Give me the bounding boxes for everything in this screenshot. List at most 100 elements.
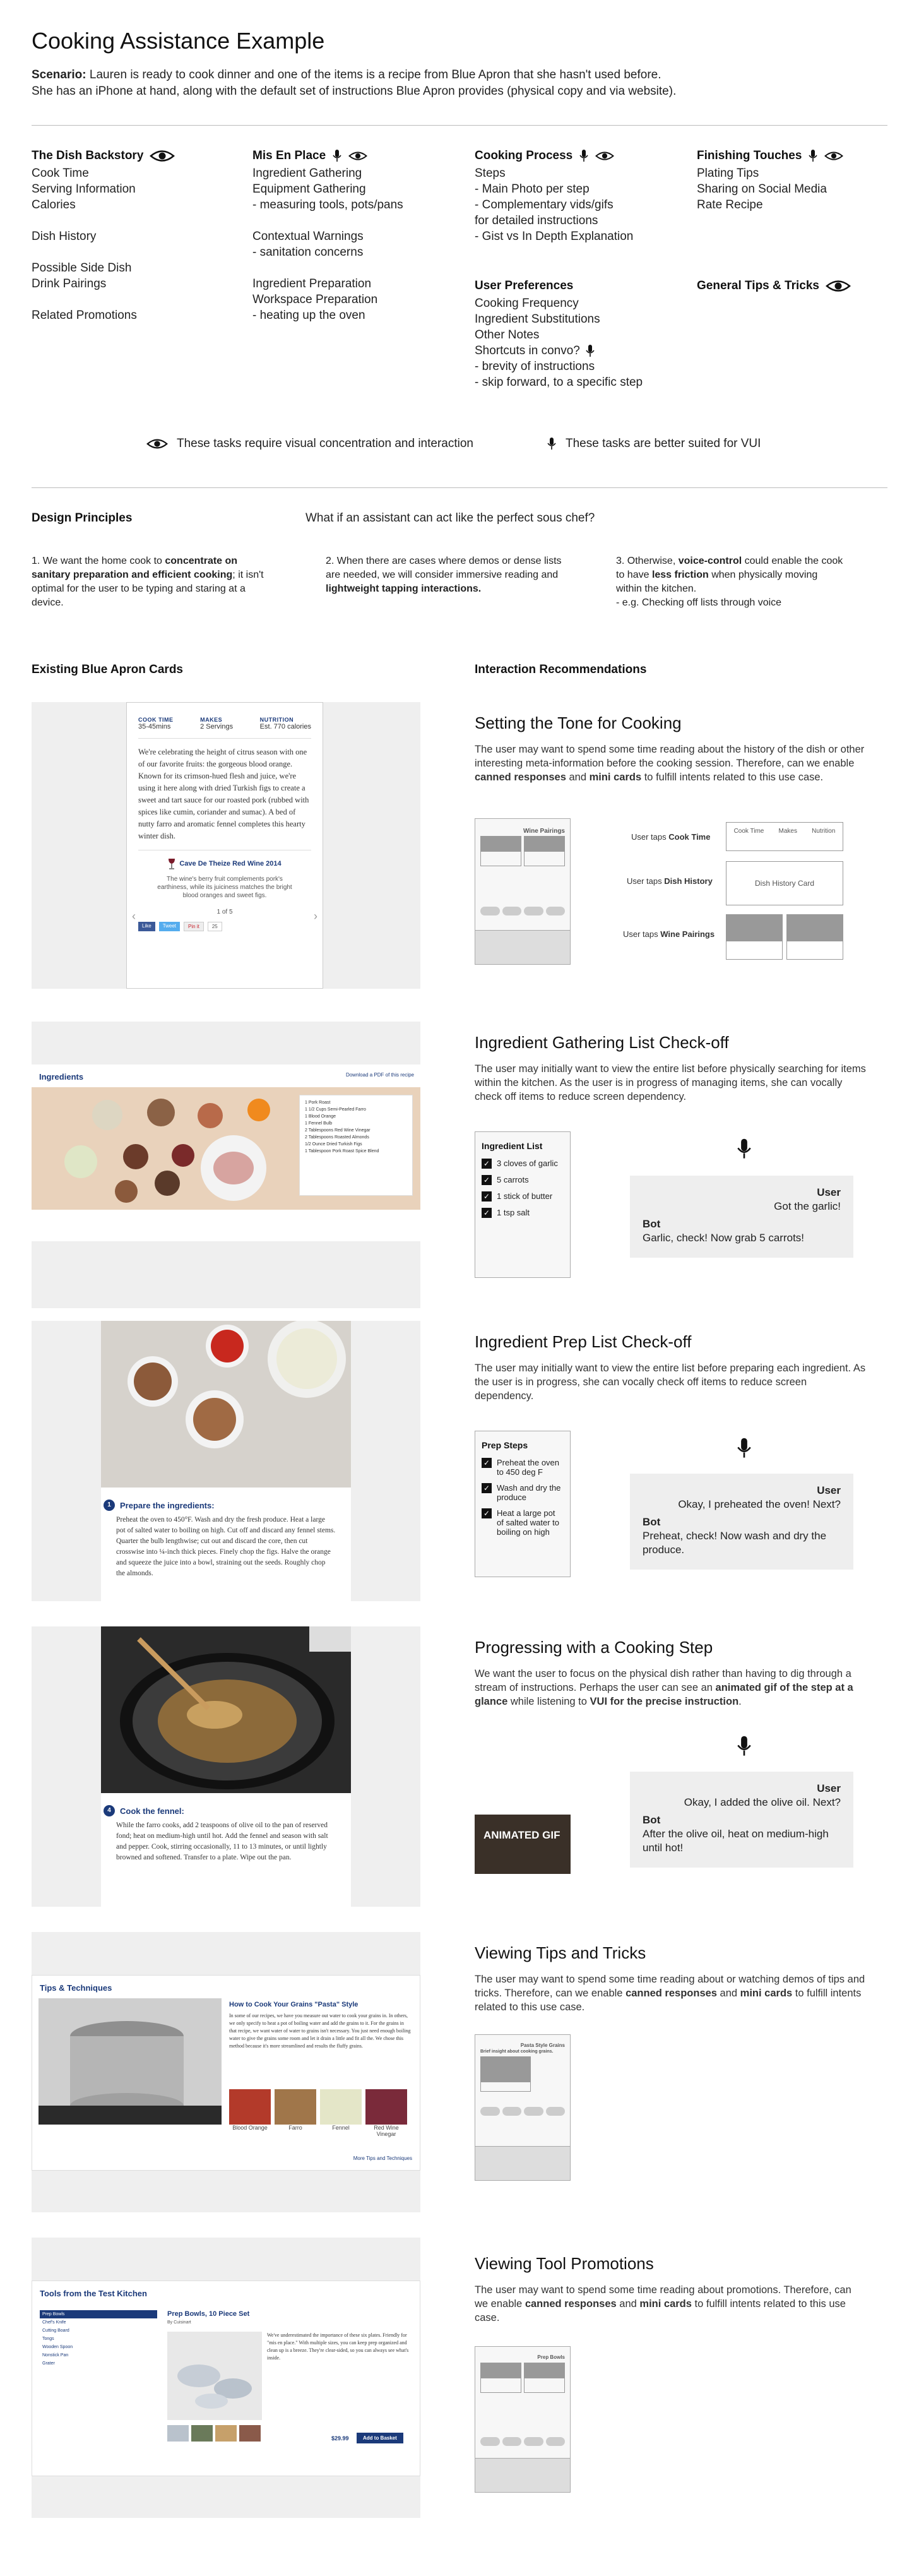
thumb[interactable]: Red Wine Vinegar [365, 2089, 407, 2137]
thumb[interactable]: Fennel [320, 2089, 362, 2137]
mic-icon [809, 150, 818, 162]
ingredients-title: Ingredients [39, 1072, 84, 1082]
quick-reply-chip[interactable] [502, 2107, 521, 2116]
checkbox-checked[interactable]: ✓ [482, 1208, 492, 1218]
ingredient-item: 1/2 Ounce Dried Turkish Figs [305, 1142, 362, 1147]
quick-reply-chip[interactable] [545, 907, 565, 915]
quick-reply-chip[interactable] [480, 907, 500, 915]
principle-3: 3. Otherwise, voice-control could enable… [616, 554, 843, 610]
tile-image [525, 837, 564, 852]
mini-card-wine-2[interactable] [786, 914, 843, 960]
more-tips-link[interactable]: More Tips and Techniques [353, 2156, 412, 2161]
quick-reply-chip[interactable] [502, 2437, 521, 2446]
quick-reply-chip[interactable] [480, 2437, 500, 2446]
list-item: Other Notes [475, 328, 540, 342]
checklist-item[interactable]: ✓ 3 cloves of garlic [482, 1159, 564, 1169]
quick-reply-chip[interactable] [480, 2107, 500, 2116]
phone-mockup: Ingredient List ✓ 3 cloves of garlic ✓ 5 c… [475, 1131, 571, 1278]
facebook-like-button[interactable]: Like [138, 922, 155, 931]
list-item: - heating up the oven [252, 309, 365, 322]
principle-text: - e.g. Checking off lists through voice [616, 597, 782, 608]
user-preferences-title: User Preferences [475, 279, 574, 292]
sidebar-item[interactable]: Nonstick Pan [40, 2351, 157, 2359]
pin-button[interactable]: Pin it [184, 922, 204, 931]
tile[interactable] [480, 2363, 521, 2393]
checklist-item[interactable]: ✓ 1 stick of butter [482, 1191, 564, 1202]
thumb[interactable]: Blood Orange [229, 2089, 271, 2137]
list-item: - Complementary vids/gifs [475, 198, 614, 212]
rec-description: The user may want to spend some time rea… [475, 742, 866, 784]
mini-card-cook-time[interactable]: Cook Time Makes Nutrition [726, 822, 843, 851]
mini-tab[interactable]: Cook Time [734, 828, 764, 850]
principle-text: 3. Otherwise, [616, 556, 679, 566]
tile[interactable] [524, 836, 565, 866]
tweet-button[interactable]: Tweet [158, 922, 181, 931]
checklist-item[interactable]: ✓ 1 tsp salt [482, 1208, 564, 1218]
user-label: User [817, 1186, 841, 1198]
sidebar-item[interactable]: Cutting Board [40, 2327, 157, 2335]
tools-sidebar: Prep Bowls Chef's Knife Cutting Board To… [40, 2310, 157, 2368]
mini-tab[interactable]: Makes [779, 828, 797, 850]
mini-card[interactable] [480, 2056, 531, 2092]
pdf-link[interactable]: Download a PDF of this recipe [346, 1072, 414, 1078]
principle-text: 2. When there are cases where demos or d… [326, 556, 562, 580]
tile-image [481, 837, 521, 852]
sidebar-item[interactable]: Chef's Knife [40, 2318, 157, 2327]
tools-title: Tools from the Test Kitchen [40, 2289, 147, 2298]
list-item-text: Shortcuts in convo? [475, 344, 580, 357]
list-item: Plating Tips [697, 167, 759, 180]
mini-card-wine-1[interactable] [726, 914, 783, 960]
rec-bold: canned responses [525, 2298, 617, 2310]
checkbox-checked[interactable]: ✓ [482, 1508, 492, 1518]
sidebar-item[interactable]: Tongs [40, 2335, 157, 2343]
sidebar-item[interactable]: Wooden Spoon [40, 2343, 157, 2351]
quick-reply-chip[interactable] [545, 2107, 565, 2116]
thumb[interactable]: Farro [275, 2089, 316, 2137]
mini-card-dish-history[interactable]: Dish History Card [726, 861, 843, 905]
product-thumb[interactable] [239, 2425, 261, 2442]
mic-icon [333, 150, 341, 162]
product-thumb[interactable] [191, 2425, 213, 2442]
thumb-label: Blood Orange [232, 2125, 268, 2131]
checkbox-checked[interactable]: ✓ [482, 1191, 492, 1202]
recipe-meta: COOK TIME 35-45mins MAKES 2 Servings NUTRI… [127, 703, 323, 730]
mini-tab[interactable]: Nutrition [812, 828, 835, 850]
checklist-label: 3 cloves of garlic [497, 1159, 558, 1168]
list-item: - measuring tools, pots/pans [252, 198, 403, 212]
thumb-image [229, 2089, 271, 2125]
rec-description: We want the user to focus on the physica… [475, 1667, 866, 1708]
checkbox-checked[interactable]: ✓ [482, 1159, 492, 1169]
product-thumb[interactable] [167, 2425, 189, 2442]
quick-reply-chip[interactable] [502, 907, 521, 915]
checkbox-checked[interactable]: ✓ [482, 1458, 492, 1468]
tap-label-cook-time: User taps Cook Time [631, 832, 710, 842]
checklist-item[interactable]: ✓ Heat a large pot of salted water to boi… [482, 1508, 564, 1537]
quick-reply-chip[interactable] [524, 2437, 543, 2446]
quick-reply-chip[interactable] [524, 907, 543, 915]
checklist-item[interactable]: ✓ 5 carrots [482, 1175, 564, 1185]
tile-image [525, 2363, 564, 2378]
checklist-label: Wash and dry the produce [497, 1483, 561, 1502]
chevron-right-icon[interactable]: › [314, 910, 317, 923]
list-item: for detailed instructions [475, 214, 598, 227]
quick-reply-chip[interactable] [545, 2437, 565, 2446]
quick-reply-chip[interactable] [524, 2107, 543, 2116]
add-to-basket-button[interactable]: Add to Basket [357, 2433, 403, 2443]
checklist-item[interactable]: ✓ Wash and dry the produce [482, 1483, 564, 1502]
product-thumb[interactable] [215, 2425, 237, 2442]
sidebar-item[interactable]: Grater [40, 2359, 157, 2368]
checkbox-checked[interactable]: ✓ [482, 1175, 492, 1185]
tile[interactable] [480, 836, 521, 866]
meta-label: MAKES [200, 717, 223, 723]
mic-icon [579, 150, 588, 162]
chevron-left-icon[interactable]: ‹ [132, 910, 136, 923]
sidebar-item-active[interactable]: Prep Bowls [40, 2310, 157, 2318]
phone-mockup: Prep Steps ✓ Preheat the oven to 450 deg … [475, 1431, 571, 1577]
tile[interactable] [524, 2363, 565, 2393]
checklist-item[interactable]: ✓ Preheat the oven to 450 deg F [482, 1458, 564, 1477]
rec-title: Viewing Tips and Tricks [475, 1943, 646, 1962]
list-item [32, 244, 234, 260]
checkbox-checked[interactable]: ✓ [482, 1483, 492, 1493]
blue-apron-card-panel: COOK TIME 35-45mins MAKES 2 Servings NUTRI… [32, 702, 420, 989]
list-item [252, 213, 454, 229]
